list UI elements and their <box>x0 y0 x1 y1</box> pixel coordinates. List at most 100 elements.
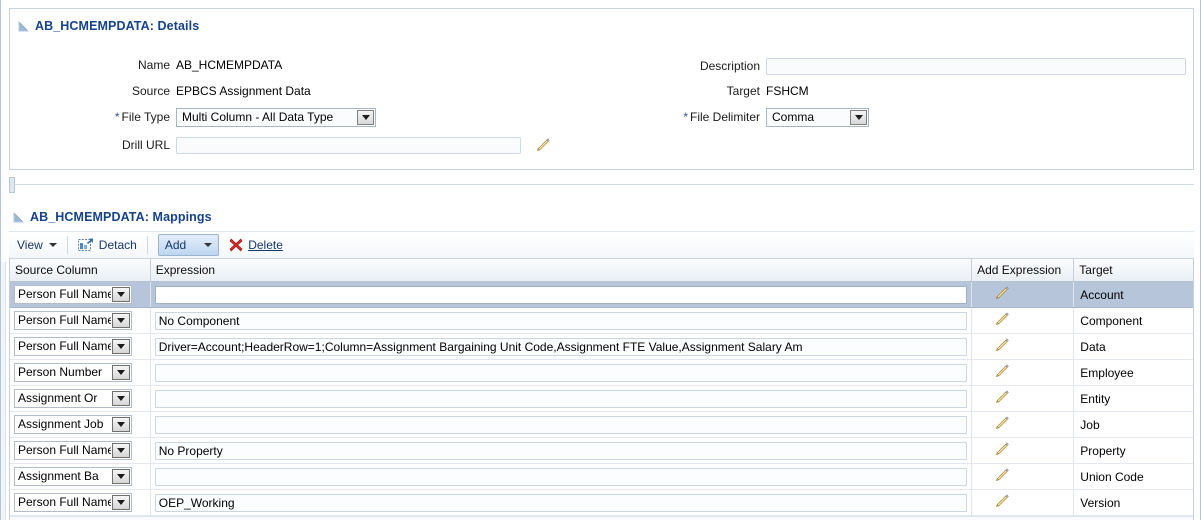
cell-add-expression[interactable] <box>971 307 1075 334</box>
cell-source-column[interactable]: Person Full Name <box>10 307 151 334</box>
chevron-down-icon[interactable] <box>112 365 130 380</box>
add-button[interactable]: Add <box>157 234 220 256</box>
expression-input[interactable] <box>154 467 968 486</box>
source-column-dropdown[interactable]: Person Full Name <box>14 337 132 356</box>
source-column-dropdown[interactable]: Assignment Or <box>14 389 132 408</box>
cell-add-expression[interactable] <box>971 281 1075 308</box>
chevron-down-icon[interactable] <box>112 443 130 458</box>
cell-source-column[interactable]: Person Full Name <box>10 489 151 516</box>
cell-add-expression[interactable] <box>971 437 1075 464</box>
triangle-expanded-icon[interactable] <box>18 20 29 32</box>
pencil-icon[interactable] <box>994 337 1010 353</box>
table-row[interactable]: Person Full Name Property <box>10 437 1193 464</box>
cell-add-expression[interactable] <box>971 359 1075 386</box>
pencil-icon[interactable] <box>994 311 1010 327</box>
expression-input[interactable] <box>154 415 968 434</box>
pencil-icon[interactable] <box>994 415 1010 431</box>
cell-expression[interactable] <box>150 307 973 334</box>
view-menu-button[interactable]: View <box>9 232 65 258</box>
table-row[interactable]: Person Full Name Account <box>10 281 1193 308</box>
pencil-icon[interactable] <box>994 363 1010 379</box>
expression-input[interactable] <box>154 337 968 356</box>
chevron-down-icon[interactable] <box>112 391 130 406</box>
column-header-expression[interactable]: Expression <box>150 259 973 282</box>
delete-button[interactable]: Delete <box>219 232 291 258</box>
panel-splitter[interactable] <box>9 176 1194 194</box>
cell-target: Employee <box>1073 359 1193 386</box>
source-column-dropdown[interactable]: Person Full Name <box>14 285 132 304</box>
cell-expression[interactable] <box>150 489 973 516</box>
cell-add-expression[interactable] <box>971 463 1075 490</box>
source-column-dropdown[interactable]: Person Full Name <box>14 441 132 460</box>
source-column-dropdown[interactable]: Person Number <box>14 363 132 382</box>
table-row[interactable]: Person Full Name Component <box>10 307 1193 334</box>
chevron-down-icon[interactable] <box>112 339 130 354</box>
source-column-dropdown[interactable]: Assignment Ba <box>14 467 132 486</box>
cell-add-expression[interactable] <box>971 411 1075 438</box>
table-row[interactable]: Assignment Or Entity <box>10 385 1193 412</box>
column-header-add-expression[interactable]: Add Expression <box>971 259 1075 282</box>
cell-source-column[interactable]: Person Full Name <box>10 437 151 464</box>
chevron-down-icon[interactable] <box>357 109 374 125</box>
column-header-source-column[interactable]: Source Column <box>10 259 151 282</box>
pencil-icon[interactable] <box>994 493 1010 509</box>
cell-expression[interactable] <box>150 411 973 438</box>
cell-add-expression[interactable] <box>971 489 1075 516</box>
cell-target: Union Code <box>1073 463 1193 490</box>
cell-source-column[interactable]: Assignment Or <box>10 385 151 412</box>
detach-label: Detach <box>98 238 137 252</box>
table-row[interactable]: Person Full Name Version <box>10 489 1193 516</box>
cell-expression[interactable] <box>150 463 973 490</box>
file-delimiter-dropdown[interactable]: Comma <box>766 107 869 127</box>
chevron-down-icon-2[interactable] <box>850 109 867 125</box>
table-row[interactable]: Assignment Job Job <box>10 411 1193 438</box>
expression-input[interactable] <box>154 285 968 304</box>
cell-expression[interactable] <box>150 385 973 412</box>
expression-input[interactable] <box>154 311 968 330</box>
cell-expression[interactable] <box>150 333 973 360</box>
cell-expression[interactable] <box>150 359 973 386</box>
chevron-down-icon[interactable] <box>112 469 130 484</box>
detach-button[interactable]: Detach <box>70 232 145 258</box>
expression-input[interactable] <box>154 441 968 460</box>
chevron-down-icon[interactable] <box>112 287 130 302</box>
table-row[interactable]: Assignment Ba Union Code <box>10 463 1193 490</box>
table-row[interactable]: Person Full Name Data <box>10 333 1193 360</box>
field-target-value: FSHCM <box>766 84 809 98</box>
expression-input[interactable] <box>154 363 968 382</box>
pencil-icon[interactable] <box>994 389 1010 405</box>
chevron-down-icon[interactable] <box>112 495 130 510</box>
expression-input[interactable] <box>154 493 968 512</box>
table-row[interactable]: Person Number Employee <box>10 359 1193 386</box>
pencil-icon[interactable] <box>994 441 1010 457</box>
chevron-down-icon[interactable] <box>112 417 130 432</box>
column-header-target[interactable]: Target <box>1073 259 1193 282</box>
pencil-icon[interactable] <box>994 285 1010 301</box>
cell-source-column[interactable]: Person Full Name <box>10 333 151 360</box>
file-type-dropdown[interactable]: Multi Column - All Data Type <box>176 107 376 127</box>
drill-url-input[interactable] <box>176 136 521 154</box>
pencil-icon[interactable] <box>994 467 1010 483</box>
cell-source-column[interactable]: Assignment Ba <box>10 463 151 490</box>
mappings-panel-header[interactable]: AB_HCMEMPDATA: Mappings <box>9 200 1194 228</box>
chevron-down-icon[interactable] <box>112 313 130 328</box>
cell-add-expression[interactable] <box>971 333 1075 360</box>
cell-add-expression[interactable] <box>971 385 1075 412</box>
chevron-down-icon-add[interactable] <box>204 243 213 247</box>
details-panel-header[interactable]: AB_HCMEMPDATA: Details <box>10 9 1193 37</box>
splitter-grip-handle[interactable] <box>9 177 15 193</box>
source-column-dropdown[interactable]: Person Full Name <box>14 493 132 512</box>
cell-expression[interactable] <box>150 437 973 464</box>
source-column-dropdown[interactable]: Assignment Job <box>14 415 132 434</box>
expression-input[interactable] <box>154 389 968 408</box>
pencil-icon[interactable] <box>535 137 551 153</box>
cell-source-column[interactable]: Person Number <box>10 359 151 386</box>
description-input[interactable] <box>766 57 1186 75</box>
cell-source-column[interactable]: Assignment Job <box>10 411 151 438</box>
table-footer-strip <box>10 516 1193 520</box>
triangle-expanded-icon-2[interactable] <box>13 211 24 223</box>
cell-expression[interactable] <box>150 281 973 308</box>
source-column-dropdown[interactable]: Person Full Name <box>14 311 132 330</box>
splitter-line <box>9 184 1194 185</box>
cell-source-column[interactable]: Person Full Name <box>10 281 151 308</box>
